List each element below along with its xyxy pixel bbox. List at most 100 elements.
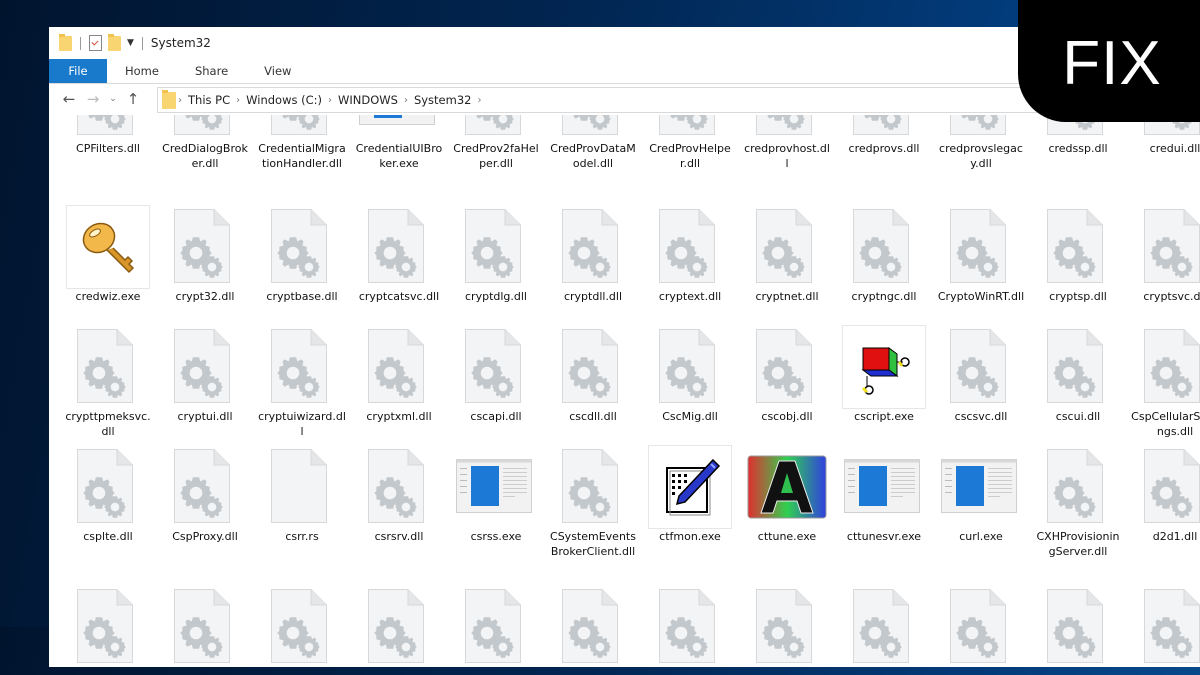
file-item[interactable]: cscdll.dll (547, 325, 639, 424)
file-item[interactable]: cscsvc.dll (935, 325, 1027, 424)
file-item[interactable] (353, 585, 445, 669)
file-item[interactable]: csrss.exe (450, 445, 542, 544)
file-item[interactable]: cryptngc.dll (838, 205, 930, 304)
file-name: CXHProvisioningServer.dll (1036, 530, 1120, 558)
tab-home[interactable]: Home (107, 59, 177, 83)
file-item[interactable] (741, 585, 833, 669)
tab-file[interactable]: File (49, 59, 107, 83)
dll-file-icon (1047, 589, 1103, 663)
properties-icon[interactable] (89, 35, 102, 51)
file-item[interactable]: d2d1.dll (1129, 445, 1200, 544)
file-item[interactable] (159, 585, 251, 669)
file-item[interactable]: cryptcatsvc.dll (353, 205, 445, 304)
file-item[interactable]: cttune.exe (741, 445, 833, 544)
chevron-right-icon[interactable]: › (404, 95, 408, 106)
file-item[interactable]: crypttpmeksvc.dll (62, 325, 154, 439)
file-item[interactable]: CredProvDataModel.dll (547, 115, 639, 171)
file-item[interactable]: csplte.dll (62, 445, 154, 544)
recent-locations-chevron-icon[interactable]: ⌄ (105, 94, 121, 104)
file-item[interactable]: cryptnet.dll (741, 205, 833, 304)
file-item[interactable] (62, 585, 154, 669)
new-folder-icon[interactable] (108, 33, 121, 51)
file-item[interactable]: cryptdll.dll (547, 205, 639, 304)
file-item[interactable] (450, 585, 542, 669)
file-thumbnail (551, 205, 635, 289)
forward-arrow-icon[interactable]: → (81, 90, 105, 108)
file-item[interactable]: CryptoWinRT.dll (935, 205, 1027, 304)
dll-file-icon (174, 115, 230, 135)
dll-file-icon (950, 115, 1006, 135)
file-item[interactable]: ctfmon.exe (644, 445, 736, 544)
file-name: cryptngc.dll (851, 290, 917, 303)
file-name: crypt32.dll (175, 290, 235, 303)
dll-file-icon (465, 329, 521, 403)
dll-file-icon (465, 209, 521, 283)
file-name: cscui.dll (1055, 410, 1101, 423)
up-arrow-icon[interactable]: ↑ (121, 90, 145, 108)
file-item[interactable]: CscMig.dll (644, 325, 736, 424)
file-thumbnail (939, 325, 1023, 409)
file-thumbnail (66, 205, 150, 289)
file-item[interactable] (256, 585, 348, 669)
file-item[interactable]: CredProvHelper.dll (644, 115, 736, 171)
file-item[interactable]: cscobj.dll (741, 325, 833, 424)
breadcrumb-this-pc[interactable]: This PC (188, 93, 230, 107)
chevron-right-icon[interactable]: › (236, 95, 240, 106)
file-item[interactable]: cryptxml.dll (353, 325, 445, 424)
file-item[interactable]: cryptbase.dll (256, 205, 348, 304)
file-item[interactable]: CredentialMigrationHandler.dll (256, 115, 348, 171)
dll-file-icon (368, 209, 424, 283)
back-arrow-icon[interactable]: ← (57, 90, 81, 108)
file-item[interactable]: crypt32.dll (159, 205, 251, 304)
chevron-right-icon[interactable]: › (178, 95, 182, 106)
file-item[interactable] (1032, 585, 1124, 669)
file-item[interactable] (838, 585, 930, 669)
file-item[interactable]: cscapi.dll (450, 325, 542, 424)
breadcrumb-windows[interactable]: WINDOWS (338, 93, 398, 107)
file-item[interactable]: CredDialogBroker.dll (159, 115, 251, 171)
file-item[interactable]: csrsrv.dll (353, 445, 445, 544)
file-item[interactable] (1129, 585, 1200, 669)
chevron-right-icon[interactable]: › (328, 95, 332, 106)
file-item[interactable]: cryptuiwizard.dll (256, 325, 348, 439)
file-item[interactable]: cryptdlg.dll (450, 205, 542, 304)
file-item[interactable]: curl.exe (935, 445, 1027, 544)
file-item[interactable] (935, 585, 1027, 669)
file-item[interactable]: credprovs.dll (838, 115, 930, 156)
pen-pad-icon (666, 458, 721, 516)
file-item[interactable]: cryptui.dll (159, 325, 251, 424)
application-window-icon (844, 459, 920, 513)
chevron-right-icon[interactable]: › (477, 95, 481, 106)
file-item[interactable]: credwiz.exe (62, 205, 154, 304)
breadcrumb-windows-c[interactable]: Windows (C:) (246, 93, 322, 107)
file-item[interactable] (644, 585, 736, 669)
dll-file-icon (368, 449, 424, 523)
file-item[interactable]: credprovhost.dll (741, 115, 833, 171)
file-item[interactable]: cttunesvr.exe (838, 445, 930, 544)
file-item[interactable]: csrr.rs (256, 445, 348, 544)
file-item[interactable]: cryptsvc.dll (1129, 205, 1200, 304)
file-item[interactable]: CSystemEventsBrokerClient.dll (547, 445, 639, 559)
file-item[interactable]: CredentialUIBroker.exe (353, 115, 445, 171)
file-thumbnail (551, 115, 635, 141)
file-item[interactable]: CXHProvisioningServer.dll (1032, 445, 1124, 559)
file-item[interactable]: CPFilters.dll (62, 115, 154, 156)
dll-file-icon (562, 589, 618, 663)
dll-file-icon (756, 209, 812, 283)
file-item[interactable] (547, 585, 639, 669)
tab-view[interactable]: View (246, 59, 309, 83)
file-item[interactable]: CspProxy.dll (159, 445, 251, 544)
file-thumbnail (648, 585, 732, 669)
breadcrumb-system32[interactable]: System32 (414, 93, 472, 107)
customize-dropdown-icon[interactable]: ▼ (127, 38, 134, 48)
file-item[interactable]: credprovslegacy.dll (935, 115, 1027, 171)
file-item[interactable]: CredProv2faHelper.dll (450, 115, 542, 171)
tab-share[interactable]: Share (177, 59, 246, 83)
file-item[interactable]: cscui.dll (1032, 325, 1124, 424)
dll-file-icon (950, 329, 1006, 403)
file-item[interactable]: cscript.exe (838, 325, 930, 424)
file-item[interactable]: cryptext.dll (644, 205, 736, 304)
dll-file-icon (659, 589, 715, 663)
file-item[interactable]: CspCellularSettings.dll (1129, 325, 1200, 439)
file-item[interactable]: cryptsp.dll (1032, 205, 1124, 304)
